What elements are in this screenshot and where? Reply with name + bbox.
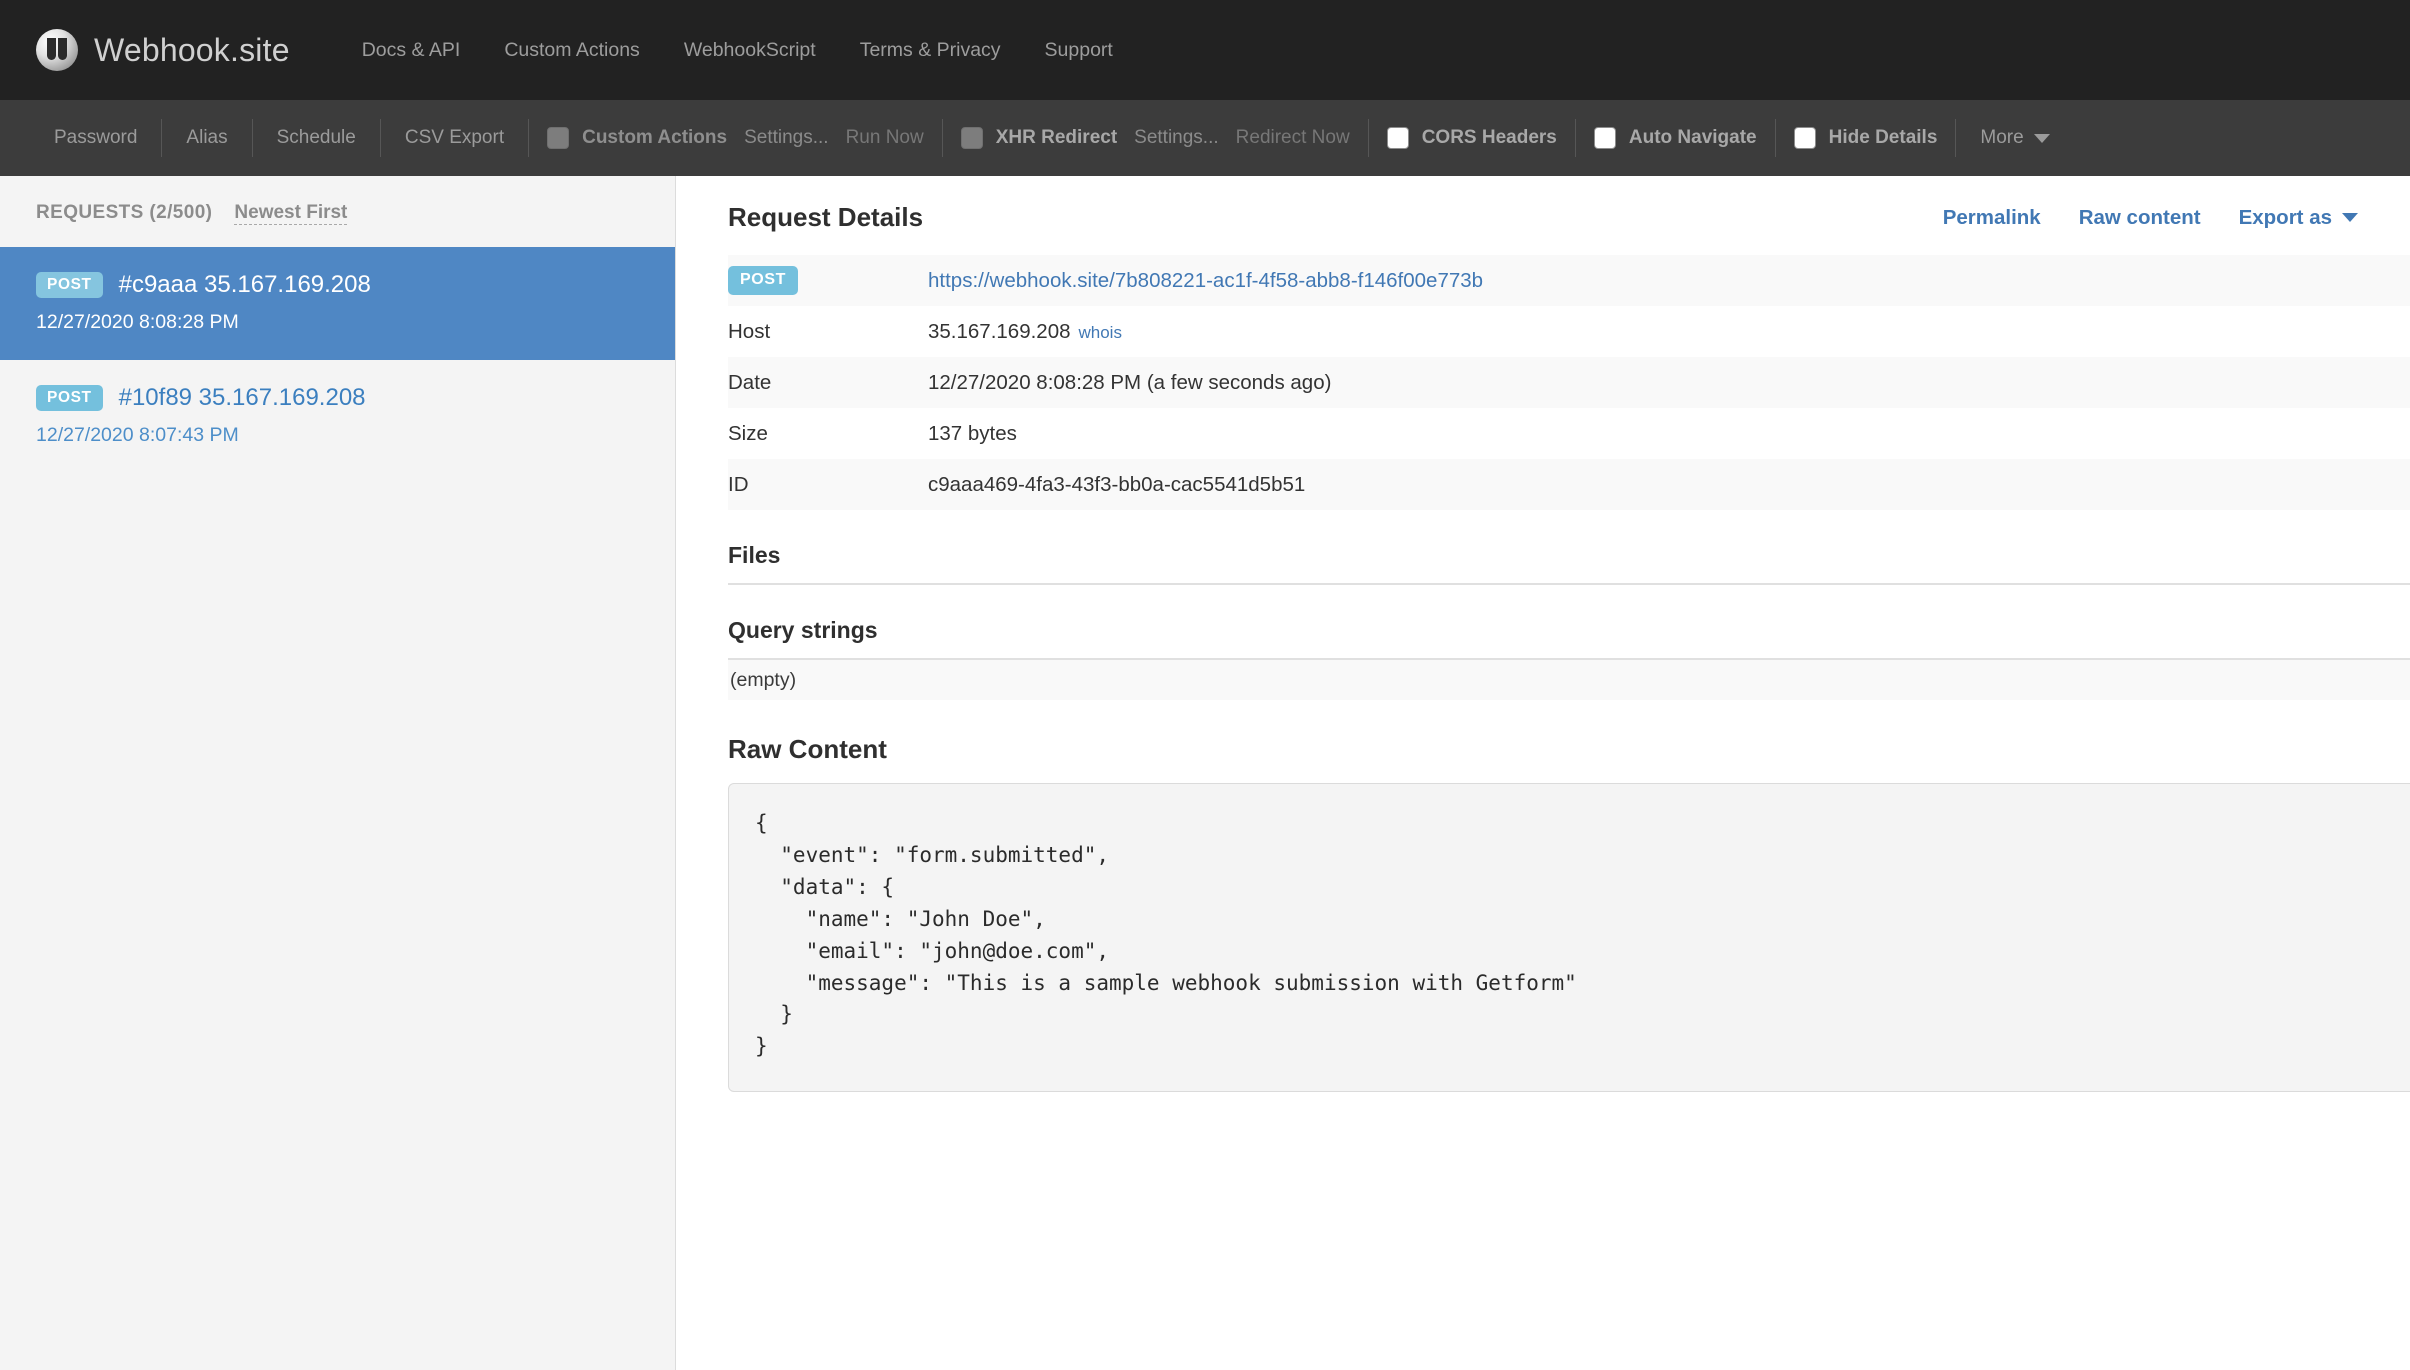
nav-links: Docs & API Custom Actions WebhookScript … xyxy=(340,39,1135,62)
export-as-label: Export as xyxy=(2239,206,2332,230)
row-value-host: 35.167.169.208 whois xyxy=(928,306,2410,357)
request-details-table: POST https://webhook.site/7b808221-ac1f-… xyxy=(728,255,2410,510)
auto-navigate-label[interactable]: Auto Navigate xyxy=(1629,127,1757,149)
table-row: ID c9aaa469-4fa3-43f3-bb0a-cac5541d5b51 xyxy=(728,459,2410,510)
files-section-title: Files xyxy=(728,542,2410,569)
nav-link-docs-api[interactable]: Docs & API xyxy=(340,39,483,62)
page-title: Request Details xyxy=(728,202,923,233)
table-row: POST https://webhook.site/7b808221-ac1f-… xyxy=(728,255,2410,306)
webhook-logo-icon xyxy=(36,29,78,71)
list-item[interactable]: POST #10f89 35.167.169.208 12/27/2020 8:… xyxy=(0,360,675,473)
table-row: Date 12/27/2020 8:08:28 PM (a few second… xyxy=(728,357,2410,408)
files-divider xyxy=(728,583,2410,585)
request-url-cell: https://webhook.site/7b808221-ac1f-4f58-… xyxy=(928,255,2410,306)
request-details-header: Request Details Permalink Raw content Ex… xyxy=(728,202,2410,233)
raw-content-box: { "event": "form.submitted", "data": { "… xyxy=(728,783,2410,1092)
nav-link-terms-privacy[interactable]: Terms & Privacy xyxy=(838,39,1023,62)
auto-navigate-group: Auto Navigate xyxy=(1576,127,1775,149)
request-item-date: 12/27/2020 8:08:28 PM xyxy=(36,311,639,334)
host-value: 35.167.169.208 xyxy=(928,320,1071,343)
request-item-heading: POST #10f89 35.167.169.208 xyxy=(36,384,639,412)
brand[interactable]: Webhook.site xyxy=(36,29,290,71)
toolbar-csv-export-button[interactable]: CSV Export xyxy=(381,127,528,149)
secondary-toolbar: Password Alias Schedule CSV Export Custo… xyxy=(0,100,2410,176)
request-item-date: 12/27/2020 8:07:43 PM xyxy=(36,424,639,447)
row-key-size: Size xyxy=(728,408,928,459)
nav-link-custom-actions[interactable]: Custom Actions xyxy=(482,39,661,62)
request-item-title: #c9aaa 35.167.169.208 xyxy=(119,271,371,299)
custom-actions-checkbox[interactable] xyxy=(547,127,569,149)
cors-headers-label[interactable]: CORS Headers xyxy=(1422,127,1557,149)
top-navbar: Webhook.site Docs & API Custom Actions W… xyxy=(0,0,2410,100)
hide-details-checkbox[interactable] xyxy=(1794,127,1816,149)
toolbar-schedule-button[interactable]: Schedule xyxy=(253,127,380,149)
raw-content-section-title: Raw Content xyxy=(728,734,2410,765)
method-badge: POST xyxy=(36,385,103,412)
raw-content-link[interactable]: Raw content xyxy=(2079,206,2201,230)
chevron-down-icon xyxy=(2342,213,2358,222)
request-url-link[interactable]: https://webhook.site/7b808221-ac1f-4f58-… xyxy=(928,269,1483,292)
toolbar-password-button[interactable]: Password xyxy=(30,127,161,149)
method-badge: POST xyxy=(36,272,103,299)
xhr-redirect-checkbox[interactable] xyxy=(961,127,983,149)
requests-count-label: REQUESTS (2/500) xyxy=(36,202,212,224)
nav-link-webhookscript[interactable]: WebhookScript xyxy=(662,39,838,62)
method-badge: POST xyxy=(728,266,798,295)
sort-order-toggle[interactable]: Newest First xyxy=(234,202,347,225)
row-value-date: 12/27/2020 8:08:28 PM (a few seconds ago… xyxy=(928,357,2410,408)
custom-actions-settings-link[interactable]: Settings... xyxy=(740,127,829,149)
cors-headers-group: CORS Headers xyxy=(1369,127,1575,149)
export-as-dropdown[interactable]: Export as xyxy=(2239,206,2358,230)
list-item[interactable]: POST #c9aaa 35.167.169.208 12/27/2020 8:… xyxy=(0,247,675,360)
toolbar-more-button[interactable]: More xyxy=(1956,127,2073,149)
query-strings-section-title: Query strings xyxy=(728,617,2410,644)
hide-details-group: Hide Details xyxy=(1776,127,1956,149)
row-key-id: ID xyxy=(728,459,928,510)
toolbar-more-label: More xyxy=(1980,127,2023,149)
row-value-id: c9aaa469-4fa3-43f3-bb0a-cac5541d5b51 xyxy=(928,459,2410,510)
sidebar-header: REQUESTS (2/500) Newest First xyxy=(0,176,675,247)
table-row: Host 35.167.169.208 whois xyxy=(728,306,2410,357)
custom-actions-label[interactable]: Custom Actions xyxy=(582,127,727,149)
whois-link[interactable]: whois xyxy=(1079,323,1122,342)
header-actions: Permalink Raw content Export as xyxy=(1943,206,2358,230)
row-key-date: Date xyxy=(728,357,928,408)
request-details-panel: Request Details Permalink Raw content Ex… xyxy=(676,176,2410,1370)
requests-sidebar: REQUESTS (2/500) Newest First POST #c9aa… xyxy=(0,176,676,1370)
row-value-size: 137 bytes xyxy=(928,408,2410,459)
xhr-redirect-label[interactable]: XHR Redirect xyxy=(996,127,1117,149)
auto-navigate-checkbox[interactable] xyxy=(1594,127,1616,149)
toolbar-alias-button[interactable]: Alias xyxy=(162,127,251,149)
query-strings-empty-label: (empty) xyxy=(728,660,2410,700)
brand-name: Webhook.site xyxy=(94,32,290,69)
xhr-redirect-settings-link[interactable]: Settings... xyxy=(1130,127,1219,149)
row-key-host: Host xyxy=(728,306,928,357)
xhr-redirect-now-link[interactable]: Redirect Now xyxy=(1232,127,1350,149)
app-body: REQUESTS (2/500) Newest First POST #c9aa… xyxy=(0,176,2410,1370)
chevron-down-icon xyxy=(2034,134,2050,143)
request-item-title: #10f89 35.167.169.208 xyxy=(119,384,366,412)
raw-content-code: { "event": "form.submitted", "data": { "… xyxy=(755,808,2410,1063)
cors-headers-checkbox[interactable] xyxy=(1387,127,1409,149)
custom-actions-group: Custom Actions Settings... Run Now xyxy=(529,127,942,149)
custom-actions-run-now-link[interactable]: Run Now xyxy=(842,127,924,149)
permalink-link[interactable]: Permalink xyxy=(1943,206,2041,230)
hide-details-label[interactable]: Hide Details xyxy=(1829,127,1938,149)
table-row: Size 137 bytes xyxy=(728,408,2410,459)
xhr-redirect-group: XHR Redirect Settings... Redirect Now xyxy=(943,127,1368,149)
request-item-heading: POST #c9aaa 35.167.169.208 xyxy=(36,271,639,299)
request-method-cell: POST xyxy=(728,255,928,306)
nav-link-support[interactable]: Support xyxy=(1023,39,1135,62)
